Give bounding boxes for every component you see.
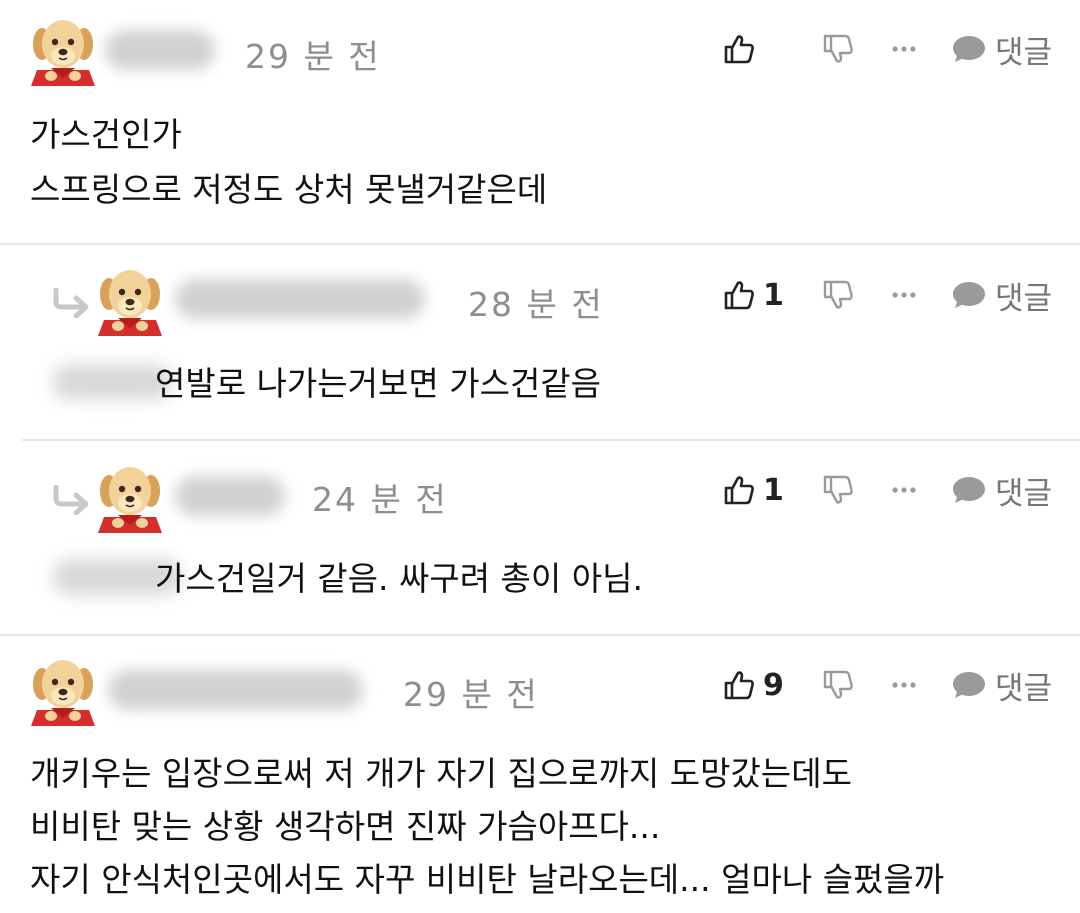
comment-item: 29 분 전 댓글 가스건인가 스프링으로 저정도 상처 못낼거같은데 [0,0,1080,246]
comment-line: 가스건일거 같음. 싸구려 총이 아님. [155,559,643,598]
comment-actions: 9 댓글 [723,663,1052,707]
like-button[interactable]: 1 [723,468,807,512]
username-redacted[interactable] [175,279,425,319]
username-redacted[interactable] [108,670,363,710]
comment-line: 개키우는 입장으로써 저 개가 자기 집으로까지 도망갔는데도 [30,754,852,793]
more-options-button[interactable] [869,468,939,512]
reply-label: 댓글 [994,34,1052,71]
puppy-avatar-icon[interactable] [31,654,95,726]
comment-item: 29 분 전 9 댓글 개키우는 입장으로써 저 개가 자기 집으로까지 도망갔… [0,636,1080,913]
comment-line: 연발로 나가는거보면 가스건같음 [155,364,602,403]
comment-actions: 1 댓글 [723,273,1052,317]
puppy-avatar-icon[interactable] [98,461,162,533]
like-count: 1 [762,277,784,313]
comment-actions: 1 댓글 [723,468,1052,512]
like-count: 9 [762,667,784,703]
like-button[interactable]: 9 [723,663,807,707]
thumbs-down-icon [822,669,854,701]
reply-item: 24 분 전 1 댓글 가스건일거 같음. 싸구려 총이 아님. [0,441,1080,635]
username-redacted[interactable] [175,476,285,516]
thumbs-up-icon [723,279,755,311]
thumbs-down-icon [822,279,854,311]
more-dots-icon [891,486,917,494]
more-dots-icon [891,45,917,53]
reply-label: 댓글 [994,670,1052,707]
reply-label: 댓글 [994,475,1052,512]
reply-button[interactable]: 댓글 [951,468,1052,512]
reply-button[interactable]: 댓글 [951,27,1052,71]
comment-time: 24 분 전 [312,480,448,519]
comment-time: 29 분 전 [403,675,539,714]
mention-redacted[interactable] [52,364,172,400]
like-count: 1 [762,472,784,508]
reply-item: 28 분 전 1 댓글 연발로 나가는거보면 가스건같음 [0,246,1080,440]
comment-time: 29 분 전 [245,37,381,76]
comment-line: 자기 안식처인곳에서도 자꾸 비비탄 날라오는데... 얼마나 슬펐을까 [30,860,945,899]
puppy-avatar-icon[interactable] [31,14,95,86]
reply-label: 댓글 [994,280,1052,317]
reply-button[interactable]: 댓글 [951,663,1052,707]
thumbs-down-icon [822,474,854,506]
dislike-button[interactable] [807,27,869,71]
thumbs-down-icon [822,33,854,65]
comment-line: 비비탄 맞는 상황 생각하면 진짜 가슴아프다... [30,807,661,846]
thumbs-up-icon [723,669,755,701]
speech-bubble-icon [951,474,987,506]
speech-bubble-icon [951,279,987,311]
dislike-button[interactable] [807,468,869,512]
comment-line: 가스건인가 [30,115,182,154]
more-dots-icon [891,681,917,689]
reply-arrow-icon [50,288,90,318]
more-options-button[interactable] [869,27,939,71]
speech-bubble-icon [951,33,987,65]
more-options-button[interactable] [869,663,939,707]
puppy-avatar-icon[interactable] [98,264,162,336]
dislike-button[interactable] [807,663,869,707]
dislike-button[interactable] [807,273,869,317]
comment-actions: 댓글 [723,27,1052,71]
comment-divider [0,243,1080,245]
like-button[interactable] [723,27,807,71]
more-options-button[interactable] [869,273,939,317]
thumbs-up-icon [723,474,755,506]
username-redacted[interactable] [105,30,215,70]
comment-time: 28 분 전 [468,285,604,324]
reply-button[interactable]: 댓글 [951,273,1052,317]
thumbs-up-icon [723,33,755,65]
speech-bubble-icon [951,669,987,701]
more-dots-icon [891,291,917,299]
comment-line: 스프링으로 저정도 상처 못낼거같은데 [30,170,548,209]
like-button[interactable]: 1 [723,273,807,317]
reply-arrow-icon [50,485,90,515]
